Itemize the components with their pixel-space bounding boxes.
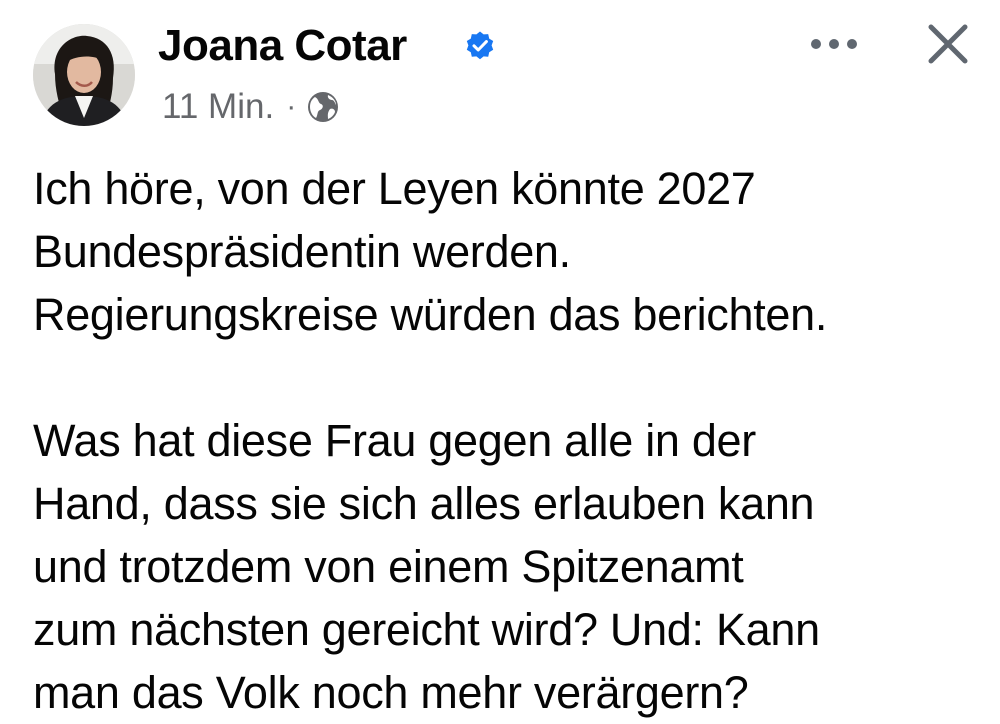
facebook-post: Joana Cotar 11 Min. · Ich höre, von der … — [0, 0, 1000, 719]
post-meta: 11 Min. · — [162, 84, 340, 130]
more-options-button[interactable] — [806, 22, 862, 66]
author-name[interactable]: Joana Cotar — [158, 20, 407, 72]
close-icon — [928, 24, 968, 64]
post-paragraph: Was hat diese Frau gegen alle in der Han… — [33, 415, 820, 718]
post-body: Ich höre, von der Leyen könnte 2027 Bund… — [33, 157, 993, 724]
globe-icon[interactable] — [306, 90, 340, 124]
author-avatar[interactable] — [33, 24, 135, 126]
meta-separator: · — [286, 90, 297, 123]
post-paragraph: Ich höre, von der Leyen könnte 2027 Bund… — [33, 163, 828, 340]
more-horizontal-icon — [811, 39, 857, 49]
post-timestamp[interactable]: 11 Min. — [162, 87, 274, 127]
avatar-photo — [33, 24, 135, 126]
close-button[interactable] — [920, 16, 976, 72]
verified-badge-icon — [464, 30, 496, 62]
